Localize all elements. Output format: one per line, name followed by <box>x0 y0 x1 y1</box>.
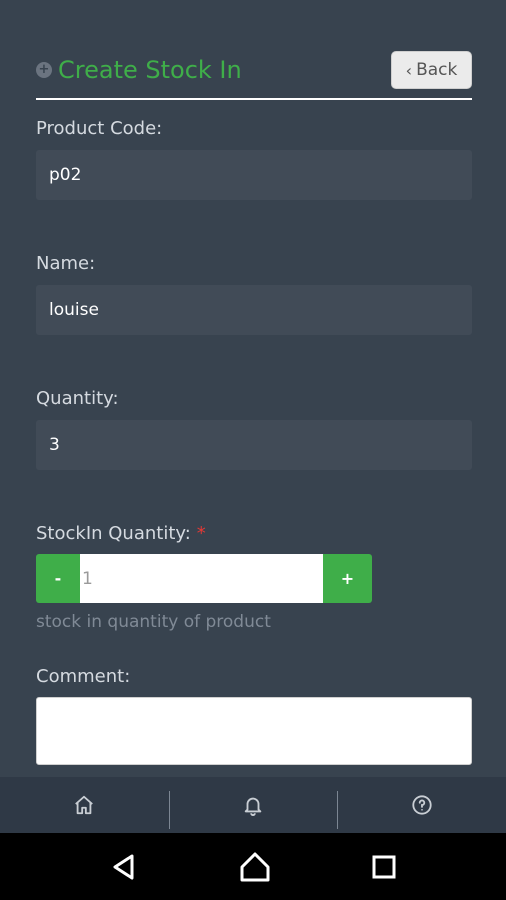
bell-icon <box>244 797 262 816</box>
product-code-field[interactable]: p02 <box>36 150 472 200</box>
tab-notifications[interactable] <box>168 777 338 833</box>
decrement-button[interactable]: - <box>36 554 80 603</box>
name-field[interactable]: louise <box>36 285 472 335</box>
back-triangle-icon[interactable] <box>109 852 139 882</box>
page-title: + Create Stock In <box>36 56 242 84</box>
comment-label: Comment: <box>36 666 131 687</box>
quantity-label: Quantity: <box>36 388 119 409</box>
stockin-quantity-input[interactable]: 1 <box>80 554 323 603</box>
system-navigation-bar <box>0 833 506 900</box>
tab-help[interactable] <box>337 777 506 833</box>
plus-circle-icon: + <box>36 62 52 78</box>
quantity-stepper: - 1 + <box>36 554 372 603</box>
back-button-label: Back <box>416 60 458 80</box>
increment-button[interactable]: + <box>323 554 372 603</box>
back-button[interactable]: ‹ Back <box>391 51 472 89</box>
quantity-field[interactable]: 3 <box>36 420 472 470</box>
help-icon <box>412 795 432 815</box>
stockin-quantity-label-text: StockIn Quantity: <box>36 523 191 544</box>
page-header: + Create Stock In ‹ Back <box>36 48 472 100</box>
chevron-left-icon: ‹ <box>405 60 413 80</box>
product-code-label: Product Code: <box>36 118 163 139</box>
home-circle-icon[interactable] <box>238 850 272 884</box>
comment-textarea[interactable] <box>36 697 472 765</box>
name-label: Name: <box>36 253 96 274</box>
required-mark: * <box>196 523 206 544</box>
recents-square-icon[interactable] <box>371 854 397 880</box>
stockin-quantity-help: stock in quantity of product <box>36 612 271 632</box>
bottom-tab-bar <box>0 777 506 833</box>
home-icon <box>75 795 94 815</box>
stockin-quantity-label: StockIn Quantity: * <box>36 523 206 544</box>
tab-home[interactable] <box>0 777 169 833</box>
page-title-text: Create Stock In <box>58 56 242 84</box>
